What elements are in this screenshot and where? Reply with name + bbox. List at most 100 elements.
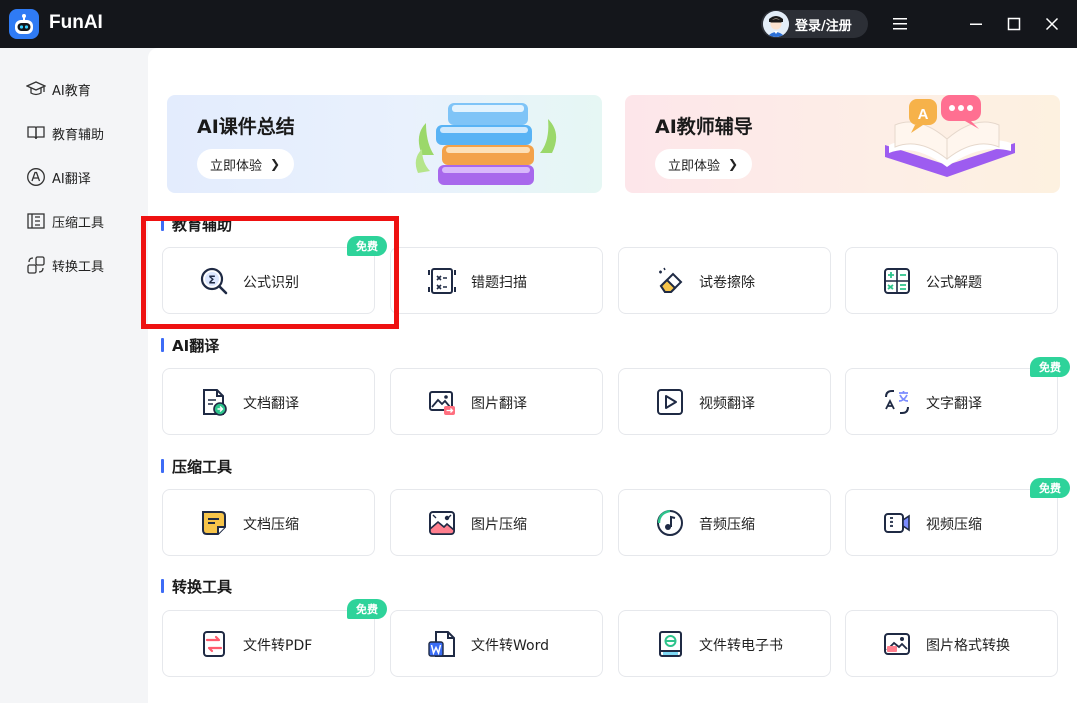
sidebar-item-label: 压缩工具 xyxy=(52,215,105,231)
section-title-compress-tools: 压缩工具 xyxy=(161,456,232,476)
card-label: 视频翻译 xyxy=(699,396,755,412)
section-title-ai-translate: AI翻译 xyxy=(161,335,219,355)
card-image-format-convert[interactable]: 图片格式转换 xyxy=(845,610,1058,677)
title-bar: FunAI 登录/注册 xyxy=(0,0,1077,48)
card-label: 文字翻译 xyxy=(926,396,982,412)
sidebar-item-label: AI翻译 xyxy=(52,171,91,187)
book-icon xyxy=(26,123,46,143)
image-format-icon xyxy=(882,629,912,659)
banner-teacher-tutoring[interactable]: AI教师辅导 立即体验 ❯ A xyxy=(625,95,1060,193)
translate-icon xyxy=(26,167,46,187)
card-label: 音频压缩 xyxy=(699,517,755,533)
close-icon xyxy=(1045,17,1059,31)
card-text-translate[interactable]: 文字翻译 免费 xyxy=(845,357,1070,435)
books-illustration-icon xyxy=(415,103,557,185)
card-file-to-ebook[interactable]: 文件转电子书 xyxy=(618,610,831,677)
sidebar-item-education-assist[interactable]: 教育辅助 xyxy=(26,121,104,145)
open-book-chat-illustration-icon: A xyxy=(885,95,1015,177)
minimize-button[interactable] xyxy=(964,12,988,36)
card-label: 图片格式转换 xyxy=(926,638,1010,654)
graduation-cap-icon xyxy=(26,79,46,99)
try-now-label: 立即体验 xyxy=(668,158,721,174)
sidebar-item-label: 转换工具 xyxy=(52,259,105,275)
scan-icon xyxy=(427,266,457,296)
image-translate-icon xyxy=(427,387,457,417)
card-document-compress[interactable]: 文档压缩 xyxy=(162,489,375,556)
sidebar-item-compress-tools[interactable]: 压缩工具 xyxy=(26,209,104,233)
compress-icon xyxy=(26,211,46,231)
card-file-to-word[interactable]: 文件转Word xyxy=(390,610,603,677)
sidebar-item-label: AI教育 xyxy=(52,83,91,99)
app-title: FunAI xyxy=(49,12,103,33)
document-translate-icon xyxy=(199,387,229,417)
card-image-translate[interactable]: 图片翻译 xyxy=(390,368,603,435)
card-video-compress[interactable]: 视频压缩 免费 xyxy=(845,478,1070,556)
card-label: 文件转Word xyxy=(471,638,549,654)
app-logo-icon xyxy=(9,9,39,39)
menu-button[interactable] xyxy=(888,12,912,36)
section-accent-bar xyxy=(161,338,164,352)
free-badge: 免费 xyxy=(1030,478,1070,498)
banner-title: AI课件总结 xyxy=(197,116,295,138)
ebook-convert-icon xyxy=(655,629,685,659)
card-wrong-question-scan[interactable]: 错题扫描 xyxy=(390,247,603,314)
sidebar-item-convert-tools[interactable]: 转换工具 xyxy=(26,253,104,277)
card-audio-compress[interactable]: 音频压缩 xyxy=(618,489,831,556)
calculator-icon xyxy=(882,266,912,296)
card-label: 公式解题 xyxy=(926,275,982,291)
try-now-label: 立即体验 xyxy=(210,158,263,174)
try-now-button[interactable]: 立即体验 ❯ xyxy=(655,149,753,179)
section-title-text: 转换工具 xyxy=(172,577,233,596)
avatar xyxy=(763,11,789,37)
login-label: 登录/注册 xyxy=(795,18,852,34)
banner-courseware-summary[interactable]: AI课件总结 立即体验 ❯ xyxy=(167,95,602,193)
card-label: 视频压缩 xyxy=(926,517,982,533)
free-badge: 免费 xyxy=(1030,357,1070,377)
maximize-icon xyxy=(1007,17,1021,31)
section-title-text: AI翻译 xyxy=(172,336,220,355)
sidebar-item-ai-education[interactable]: AI教育 xyxy=(26,77,91,101)
card-document-translate[interactable]: 文档翻译 xyxy=(162,368,375,435)
card-label: 文档压缩 xyxy=(243,517,299,533)
maximize-button[interactable] xyxy=(1002,12,1026,36)
card-formula-solve[interactable]: 公式解题 xyxy=(845,247,1058,314)
eraser-icon xyxy=(655,266,685,296)
card-video-translate[interactable]: 视频翻译 xyxy=(618,368,831,435)
highlight-box xyxy=(141,216,399,329)
video-translate-icon xyxy=(655,387,685,417)
document-compress-icon xyxy=(199,508,229,538)
close-button[interactable] xyxy=(1040,12,1064,36)
word-convert-icon xyxy=(427,629,457,659)
image-compress-icon xyxy=(427,508,457,538)
minimize-icon xyxy=(970,23,982,25)
video-compress-icon xyxy=(882,508,912,538)
sidebar-item-label: 教育辅助 xyxy=(52,127,105,143)
card-label: 图片翻译 xyxy=(471,396,527,412)
main-content: AI课件总结 立即体验 ❯ AI教师辅导 立即体验 ❯ A 教育辅助 Σ 公式识… xyxy=(148,48,1077,703)
section-accent-bar xyxy=(161,459,164,473)
try-now-button[interactable]: 立即体验 ❯ xyxy=(197,149,295,179)
sidebar: AI教育 教育辅助 AI翻译 压缩工具 转换工具 xyxy=(0,48,148,703)
chevron-right-icon: ❯ xyxy=(270,157,281,171)
card-label: 图片压缩 xyxy=(471,517,527,533)
free-badge: 免费 xyxy=(347,599,387,619)
section-title-text: 压缩工具 xyxy=(172,457,233,476)
text-translate-icon xyxy=(882,387,912,417)
convert-icon xyxy=(26,255,46,275)
card-label: 错题扫描 xyxy=(471,275,527,291)
card-label: 文件转PDF xyxy=(243,638,313,654)
card-label: 文档翻译 xyxy=(243,396,299,412)
section-accent-bar xyxy=(161,579,164,593)
card-image-compress[interactable]: 图片压缩 xyxy=(390,489,603,556)
hamburger-icon xyxy=(893,18,907,30)
card-exam-erase[interactable]: 试卷擦除 xyxy=(618,247,831,314)
chevron-right-icon: ❯ xyxy=(728,157,739,171)
svg-text:A: A xyxy=(918,106,929,123)
card-label: 试卷擦除 xyxy=(699,275,755,291)
card-label: 文件转电子书 xyxy=(699,638,783,654)
card-file-to-pdf[interactable]: 文件转PDF 免费 xyxy=(162,599,387,677)
sidebar-item-ai-translate[interactable]: AI翻译 xyxy=(26,165,91,189)
banner-title: AI教师辅导 xyxy=(655,116,753,138)
pdf-convert-icon xyxy=(199,629,229,659)
login-button[interactable]: 登录/注册 xyxy=(761,10,868,38)
